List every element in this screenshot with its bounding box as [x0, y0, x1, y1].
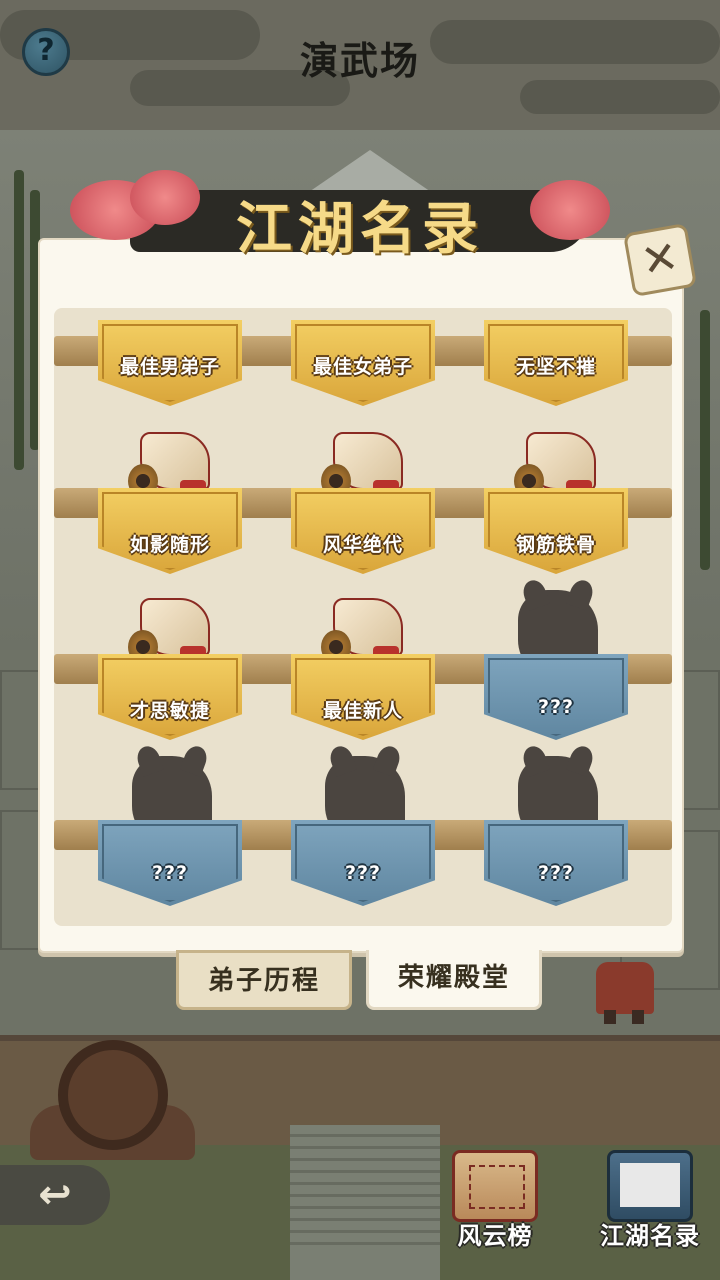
tab-hall-of-fame[interactable]: 荣耀殿堂	[366, 950, 542, 1010]
scene-title: 演武场	[299, 39, 420, 83]
drum-decoration	[58, 1040, 168, 1150]
achievement-label: 如影随形	[129, 534, 210, 556]
achievement-label: 最佳女弟子	[312, 356, 413, 378]
achievement-label: 才思敏捷	[129, 700, 210, 722]
achievement-label: 最佳新人	[322, 700, 403, 722]
achievement-label: ???	[151, 862, 189, 884]
achievement-label: 钢筋铁骨	[515, 534, 596, 556]
disciple-character[interactable]	[590, 950, 660, 1024]
achievement-label: 无坚不摧	[515, 356, 596, 378]
leaderboard-button[interactable]: 风云榜	[430, 1150, 560, 1260]
close-icon: ✕	[637, 231, 683, 288]
tab-disciple-history[interactable]: 弟子历程	[176, 950, 352, 1010]
nav-label: 风云榜	[457, 1222, 533, 1250]
jianghu-records-button[interactable]: 江湖名录	[585, 1150, 715, 1260]
achievement-label: ???	[537, 862, 575, 884]
dialog-title-banner: 江湖名录	[70, 150, 630, 262]
hall-of-fame-dialog: 最佳男弟子 最佳女弟子 无坚不摧 如影随形 风华绝代 钢筋铁骨 才思敏捷 最佳新…	[38, 238, 684, 953]
scroll-icon	[452, 1150, 538, 1222]
nav-label: 江湖名录	[600, 1222, 700, 1250]
achievement-label: 最佳男弟子	[119, 356, 220, 378]
badge-shelf-panel[interactable]: 最佳男弟子 最佳女弟子 无坚不摧 如影随形 风华绝代 钢筋铁骨 才思敏捷 最佳新…	[54, 308, 672, 926]
achievement-label: ???	[537, 696, 575, 718]
achievement-label: ???	[344, 862, 382, 884]
book-icon	[607, 1150, 693, 1222]
close-button[interactable]: ✕	[622, 222, 698, 298]
stairs-decoration	[290, 1125, 440, 1280]
back-arrow-icon: ↩	[38, 1172, 72, 1218]
back-button[interactable]: ↩	[0, 1165, 110, 1225]
dialog-title: 江湖名录	[236, 196, 484, 262]
achievement-label: 风华绝代	[322, 534, 403, 556]
